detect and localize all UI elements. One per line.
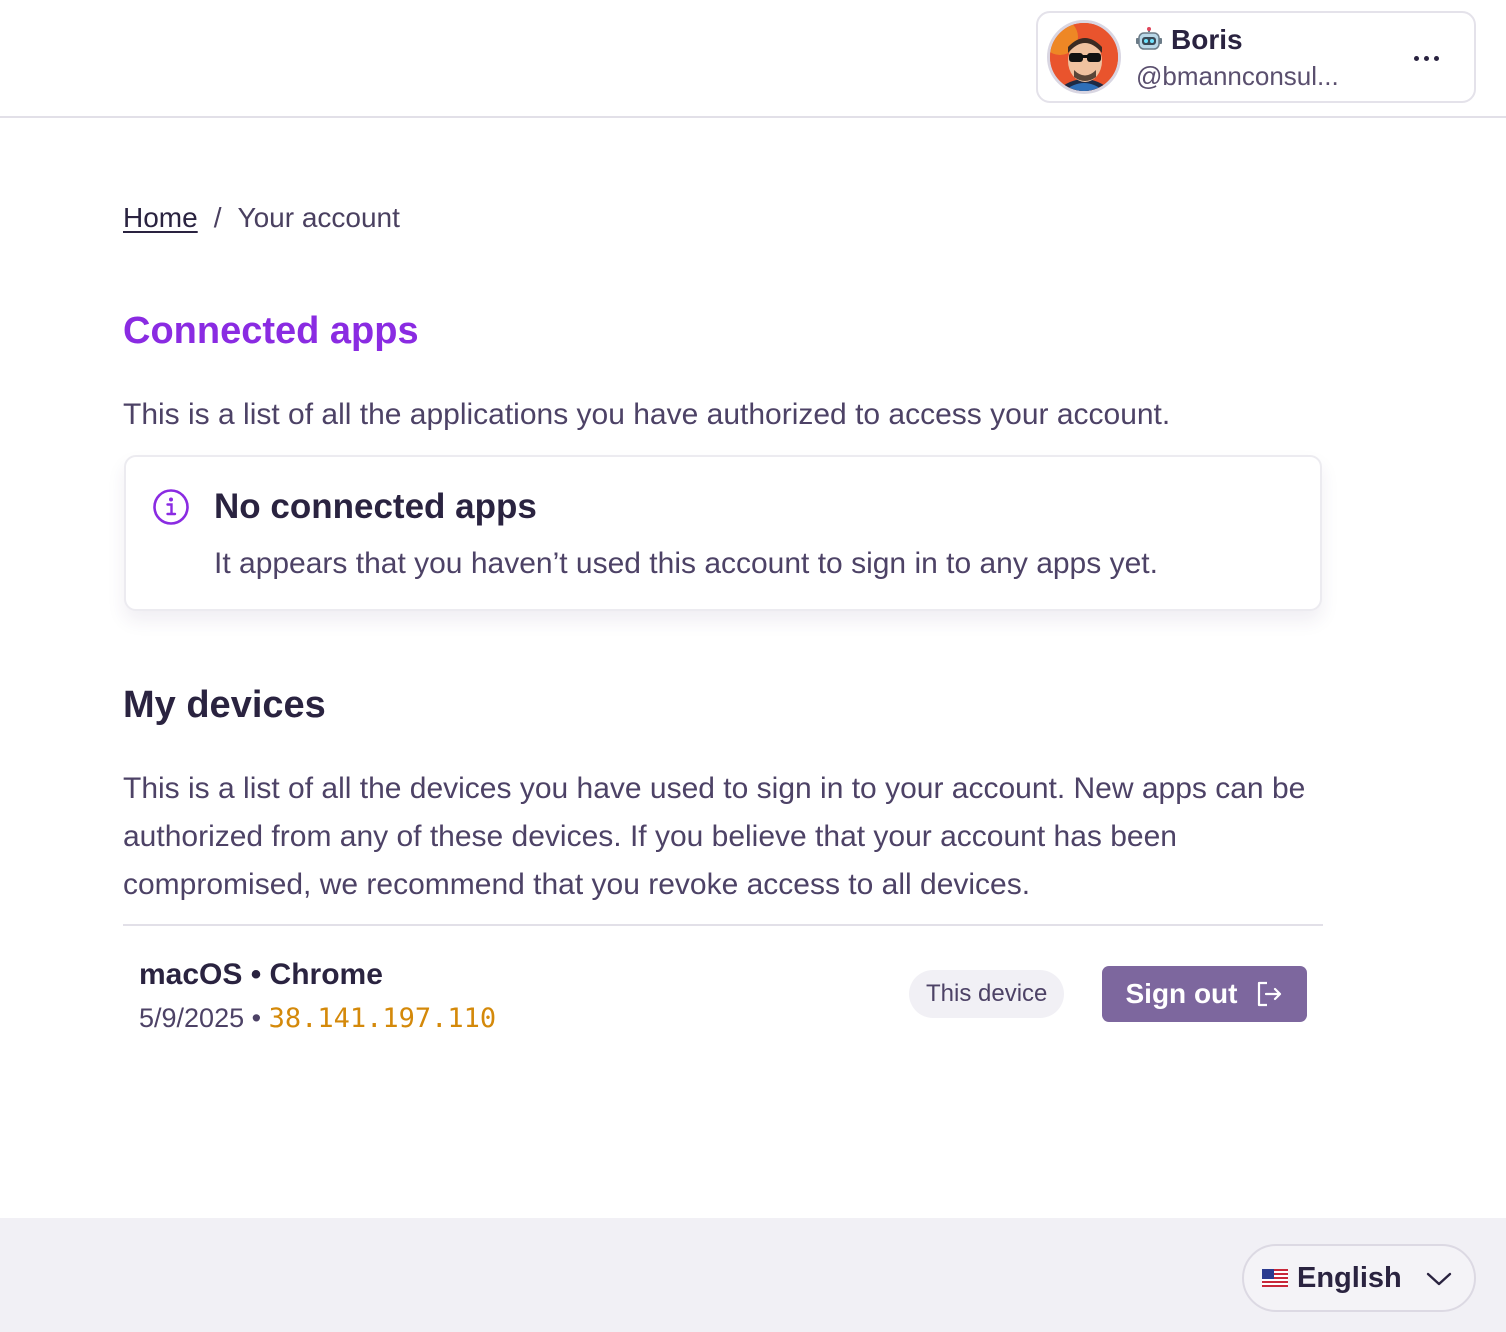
account-name: Boris (1171, 24, 1243, 55)
connected-apps-description: This is a list of all the applications y… (123, 398, 1171, 431)
footer: English (0, 1218, 1506, 1332)
notice-title: No connected apps (214, 487, 537, 526)
breadcrumb-separator: / (213, 202, 222, 233)
connected-apps-title: Connected apps (123, 310, 419, 352)
device-ip: 38.141.197.110 (268, 1003, 497, 1034)
account-handle: @bmannconsul... (1136, 61, 1339, 91)
device-date: 5/9/2025 (139, 1003, 245, 1033)
more-dot (1423, 55, 1429, 61)
my-devices-title: My devices (123, 684, 326, 726)
us-flag-icon (1262, 1269, 1288, 1287)
device-row: macOS • Chrome 5/9/2025 • 38.141.197.110… (139, 954, 1307, 1044)
this-device-badge: This device (909, 970, 1065, 1018)
language-label: English (1297, 1261, 1402, 1294)
notice-body: It appears that you haven’t used this ac… (214, 547, 1158, 580)
robot-icon (1136, 27, 1162, 50)
breadcrumb: Home / Your account (123, 200, 400, 236)
breadcrumb-current: Your account (237, 202, 400, 233)
language-select[interactable]: English (1242, 1244, 1476, 1312)
account-menu[interactable]: Boris @bmannconsul... (1036, 11, 1476, 103)
device-meta-separator: • (251, 1003, 262, 1033)
more-dot (1433, 55, 1439, 61)
sign-out-icon (1258, 981, 1282, 1007)
sign-out-button[interactable]: Sign out (1102, 966, 1307, 1022)
sign-out-label: Sign out (1125, 978, 1238, 1009)
my-devices-description: This is a list of all the devices you ha… (123, 772, 1306, 901)
account-info: Boris @bmannconsul... (1136, 21, 1386, 93)
devices-divider (123, 924, 1323, 926)
info-icon (153, 489, 189, 525)
device-name: macOS • Chrome (139, 958, 383, 991)
more-dot (1413, 55, 1419, 61)
user-avatar (1047, 20, 1121, 94)
account-name-row: Boris (1136, 21, 1386, 59)
chevron-down-icon (1426, 1272, 1452, 1286)
top-header: Boris @bmannconsul... (0, 0, 1506, 118)
more-options-icon[interactable] (1406, 43, 1446, 73)
breadcrumb-home-link[interactable]: Home (123, 200, 198, 236)
device-meta: 5/9/2025 • 38.141.197.110 (139, 1000, 496, 1037)
no-apps-notice: No connected apps It appears that you ha… (124, 455, 1322, 611)
